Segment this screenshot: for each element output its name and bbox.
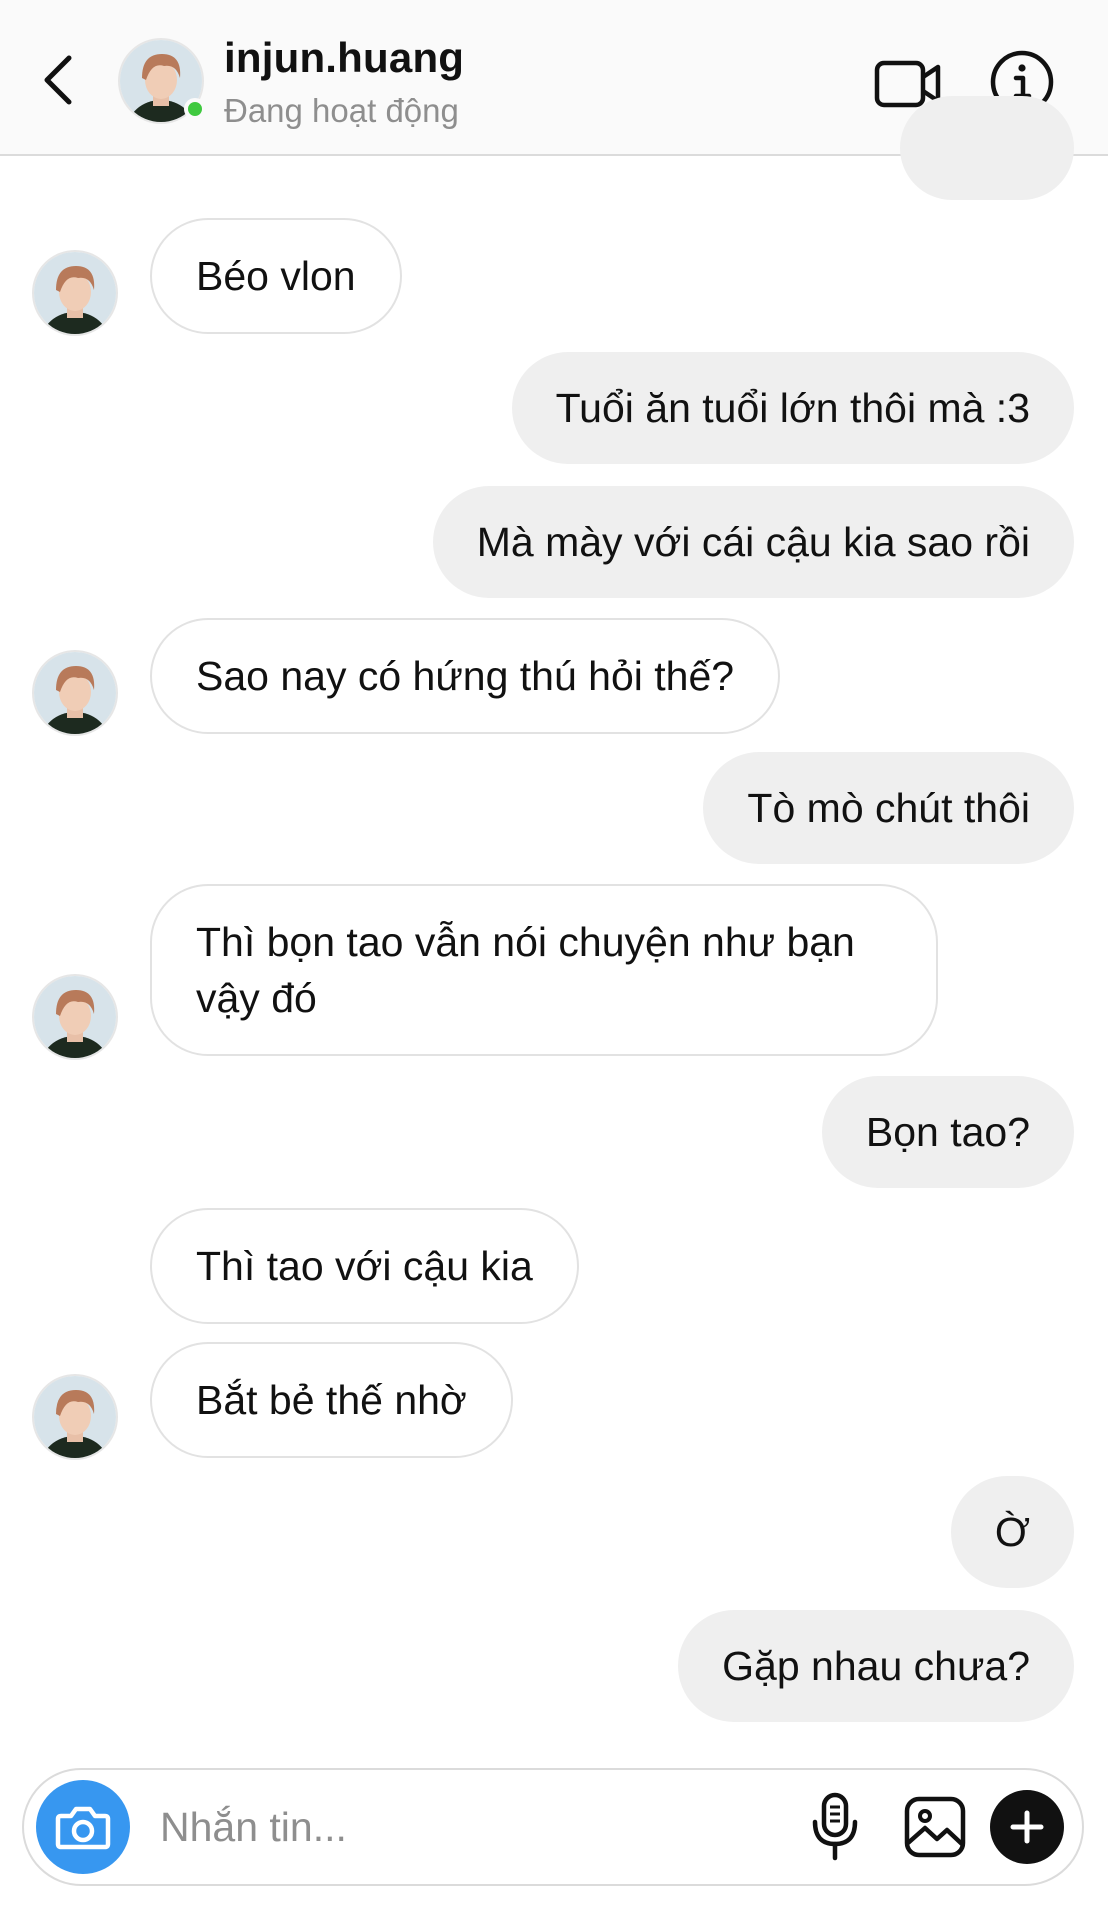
microphone-icon	[812, 1792, 858, 1861]
message-bubble-incoming[interactable]: Béo vlon	[150, 218, 402, 334]
chevron-left-icon	[44, 55, 72, 105]
avatar	[32, 1374, 118, 1460]
voice-message-button[interactable]	[800, 1790, 870, 1864]
back-button[interactable]	[28, 40, 88, 120]
message-bubble-outgoing-partial	[900, 96, 1074, 200]
profile-photo	[34, 1376, 116, 1458]
message-bubble-outgoing[interactable]: Mà mày với cái cậu kia sao rồi	[432, 486, 1074, 598]
username-title[interactable]: injun.huang	[224, 34, 464, 82]
message-bubble-outgoing[interactable]: Tò mò chút thôi	[703, 752, 1074, 864]
message-bubble-outgoing[interactable]: Tuổi ăn tuổi lớn thôi mà :3	[511, 352, 1074, 464]
message-bubble-incoming[interactable]: Thì tao với cậu kia	[150, 1208, 579, 1324]
message-bubble-incoming[interactable]: Sao nay có hứng thú hỏi thế?	[150, 618, 781, 734]
image-gallery-icon	[904, 1796, 966, 1858]
message-composer	[22, 1768, 1084, 1886]
avatar	[32, 974, 118, 1060]
active-status: Đang hoạt động	[224, 92, 459, 129]
header-avatar-button[interactable]	[118, 38, 206, 124]
message-input[interactable]	[160, 1794, 770, 1860]
profile-photo	[34, 976, 116, 1058]
message-bubble-incoming[interactable]: Thì bọn tao vẫn nói chuyện như bạn vậy đ…	[150, 884, 938, 1056]
gallery-button[interactable]	[898, 1790, 972, 1864]
avatar	[32, 250, 118, 336]
camera-icon	[55, 1806, 111, 1850]
avatar	[32, 650, 118, 736]
profile-photo	[34, 652, 116, 734]
message-bubble-outgoing[interactable]: Gặp nhau chưa?	[678, 1610, 1074, 1722]
message-bubble-outgoing[interactable]: Ờ	[950, 1476, 1074, 1588]
profile-photo	[34, 252, 116, 334]
camera-button[interactable]	[36, 1780, 130, 1874]
plus-icon	[1010, 1810, 1044, 1844]
message-bubble-outgoing[interactable]: Bọn tao?	[821, 1076, 1074, 1188]
online-status-dot	[184, 98, 206, 120]
dm-thread-screen: injun.huang Đang hoạt động Béo vlon Tuổi…	[0, 0, 1108, 1920]
message-bubble-incoming[interactable]: Bắt bẻ thế nhờ	[150, 1342, 513, 1458]
message-list[interactable]: Béo vlon Tuổi ăn tuổi lớn thôi mà :3 Mà …	[0, 96, 1108, 1756]
more-options-button[interactable]	[990, 1790, 1064, 1864]
